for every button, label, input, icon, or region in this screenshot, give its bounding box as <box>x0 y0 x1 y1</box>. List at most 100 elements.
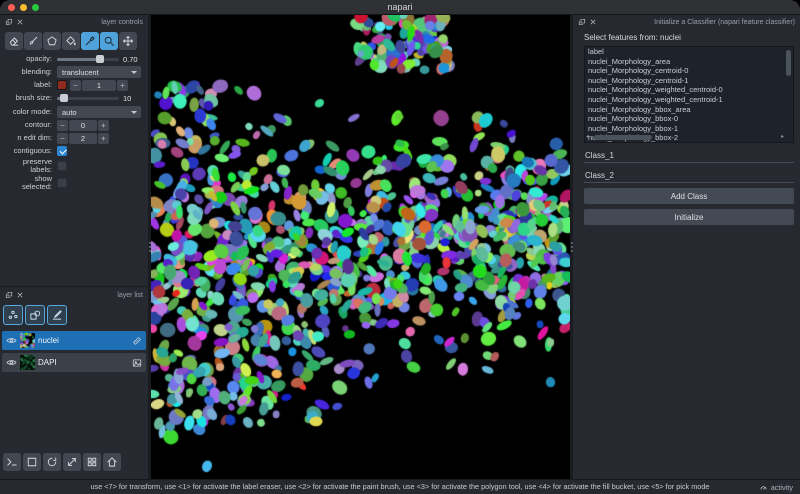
roll-dimensions-button[interactable] <box>43 453 61 471</box>
n-edit-dim-spinbox: − 2 + <box>57 132 109 144</box>
feature-item[interactable]: nuclei_Morphology_bbox-0 <box>585 114 785 124</box>
feature-list[interactable]: label nuclei_Morphology_area nuclei_Morp… <box>584 46 794 143</box>
viewer-buttons <box>3 453 121 471</box>
opacity-slider[interactable] <box>57 55 119 63</box>
toggle-ndisplay-button[interactable] <box>23 453 41 471</box>
label-row: label: − 1 + <box>0 79 148 91</box>
vertical-scrollbar-handle[interactable] <box>786 50 791 76</box>
preserve-labels-checkbox[interactable] <box>57 161 67 171</box>
color-picker-tool-button[interactable] <box>81 32 99 50</box>
layer-row-nuclei[interactable]: nuclei <box>2 331 146 350</box>
select-features-label: Select features from: nuclei <box>584 33 681 42</box>
status-message: use <7> for transform, use <1> for activ… <box>90 482 710 491</box>
show-selected-checkbox[interactable] <box>57 178 67 188</box>
visibility-eye-icon[interactable] <box>6 335 17 346</box>
label-decrement-button[interactable]: − <box>70 79 81 91</box>
n-edit-dim-decrement-button[interactable]: − <box>57 132 68 144</box>
n-edit-dim-value[interactable]: 2 <box>69 132 97 144</box>
blending-select[interactable]: translucent <box>57 66 141 78</box>
feature-item[interactable]: nuclei_Morphology_area <box>585 57 785 67</box>
feature-item[interactable]: nuclei_Morphology_centroid-1 <box>585 76 785 86</box>
left-splitter[interactable] <box>148 15 151 479</box>
feature-item[interactable]: nuclei_Morphology_weighted_centroid-0 <box>585 85 785 95</box>
layer-name-dapi[interactable]: DAPI <box>38 358 129 367</box>
close-dock-icon[interactable] <box>16 18 24 26</box>
opacity-row: opacity: 0.70 <box>0 53 148 65</box>
pan-zoom-tool-button[interactable] <box>100 32 118 50</box>
home-zoom-button[interactable] <box>103 453 121 471</box>
fill-bucket-tool-button[interactable] <box>62 32 80 50</box>
opacity-slider-handle[interactable] <box>96 55 105 63</box>
color-mode-select[interactable]: auto <box>57 106 141 118</box>
transpose-dimensions-button[interactable] <box>63 453 81 471</box>
activity-button[interactable]: activity <box>752 480 793 494</box>
label-increment-button[interactable]: + <box>117 79 128 91</box>
main-area: layer controls opacity: 0.70 blending: t… <box>0 15 800 479</box>
layer-controls-title: layer controls <box>101 18 143 26</box>
scroll-left-arrow-icon[interactable]: ◂ <box>586 134 589 141</box>
transform-tool-button[interactable] <box>119 32 137 50</box>
classifier-header: Initialize a Classifier (napari feature … <box>573 15 800 29</box>
polygon-tool-button[interactable] <box>43 32 61 50</box>
grid-view-button[interactable] <box>83 453 101 471</box>
vertical-scrollbar[interactable] <box>786 48 792 133</box>
contour-decrement-button[interactable]: − <box>57 119 68 131</box>
new-labels-layer-button[interactable] <box>47 305 67 325</box>
contiguous-checkbox[interactable] <box>57 146 67 156</box>
color-mode-row: color mode: auto <box>0 106 148 118</box>
n-edit-dim-row: n edit dim: − 2 + <box>0 132 148 144</box>
horizontal-scrollbar-handle[interactable] <box>594 135 652 140</box>
new-shapes-layer-button[interactable] <box>25 305 45 325</box>
layer-row-dapi[interactable]: DAPI <box>2 353 146 372</box>
feature-item[interactable]: label <box>585 47 785 57</box>
blending-selected-value: translucent <box>62 67 99 77</box>
popout-dock-icon[interactable] <box>578 18 586 26</box>
popout-dock-icon[interactable] <box>5 18 13 26</box>
label-label: label: <box>34 79 52 89</box>
feature-item[interactable]: nuclei_Morphology_centroid-0 <box>585 66 785 76</box>
link-icon <box>132 336 142 346</box>
close-dock-icon[interactable] <box>589 18 597 26</box>
layer-list-title: layer list <box>117 291 143 299</box>
label-color-swatch[interactable] <box>57 80 67 90</box>
new-points-layer-button[interactable] <box>3 305 23 325</box>
color-mode-label: color mode: <box>12 106 52 116</box>
brush-size-label: brush size: <box>15 92 52 102</box>
activity-gauge-icon <box>760 485 767 490</box>
initialize-button[interactable]: Initialize <box>584 209 794 225</box>
classifier-title: Initialize a Classifier (napari feature … <box>654 18 795 26</box>
nuclei-thumbnail <box>20 333 35 348</box>
feature-item[interactable]: nuclei_Morphology_bbox-1 <box>585 124 785 134</box>
brush-size-slider[interactable] <box>57 94 119 102</box>
popout-dock-icon[interactable] <box>5 291 13 299</box>
contiguous-label: contiguous: <box>13 145 52 155</box>
show-selected-row: show selected: <box>0 174 148 191</box>
scroll-right-arrow-icon[interactable]: ▸ <box>781 134 784 141</box>
console-button[interactable] <box>3 453 21 471</box>
class-2-input[interactable]: Class_2 <box>584 168 794 183</box>
label-value[interactable]: 1 <box>82 79 116 91</box>
feature-item[interactable]: nuclei_Morphology_weighted_centroid-1 <box>585 95 785 105</box>
window-title: napari <box>387 2 413 12</box>
label-spinbox: − 1 + <box>70 79 128 91</box>
color-mode-selected-value: auto <box>62 107 77 117</box>
contour-row: contour: − 0 + <box>0 119 148 131</box>
close-dock-icon[interactable] <box>16 291 24 299</box>
feature-item[interactable]: nuclei_Morphology_bbox_area <box>585 105 785 115</box>
labels-toolbar <box>5 32 137 50</box>
brush-size-slider-handle[interactable] <box>60 94 69 102</box>
horizontal-scrollbar[interactable]: ◂ ▸ <box>586 134 784 141</box>
contour-value[interactable]: 0 <box>69 119 97 131</box>
paint-brush-tool-button[interactable] <box>24 32 42 50</box>
n-edit-dim-increment-button[interactable]: + <box>98 132 109 144</box>
layer-name-nuclei[interactable]: nuclei <box>38 336 129 345</box>
add-class-button[interactable]: Add Class <box>584 188 794 204</box>
erase-tool-button[interactable] <box>5 32 23 50</box>
class-1-input[interactable]: Class_1 <box>584 148 794 163</box>
napari-window: napari layer controls opacity: 0.70 blen… <box>0 0 800 494</box>
dapi-thumbnail <box>20 355 35 370</box>
contour-increment-button[interactable]: + <box>98 119 109 131</box>
visibility-eye-icon[interactable] <box>6 357 17 368</box>
viewer-canvas[interactable] <box>151 15 570 479</box>
preserve-labels-row: preserve labels: <box>0 157 148 174</box>
